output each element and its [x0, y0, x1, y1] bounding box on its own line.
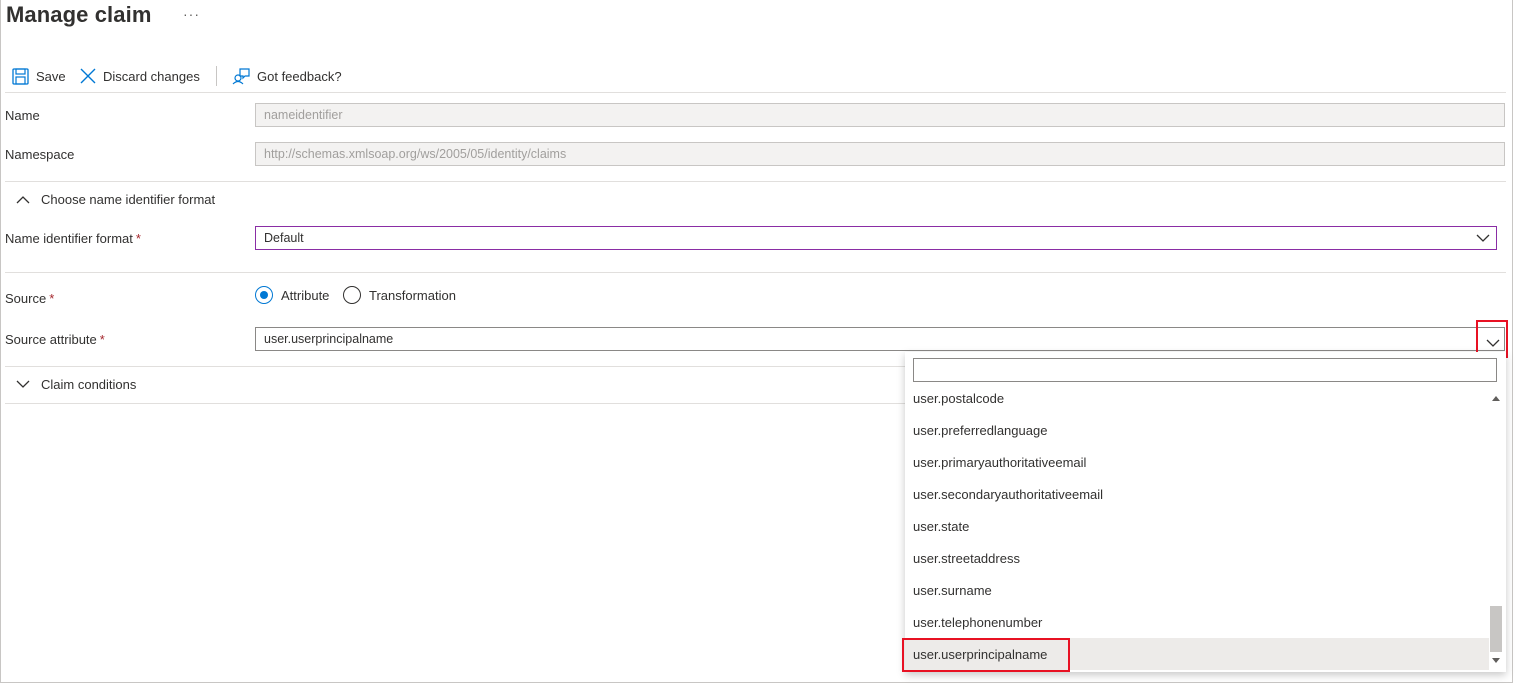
divider: [5, 92, 1506, 93]
required-mark: *: [135, 231, 141, 246]
chevron-up-icon: [16, 192, 30, 207]
source-attribute-select[interactable]: user.userprincipalname: [255, 327, 1505, 351]
toolbar-divider: [216, 66, 217, 86]
chevron-down-icon: [1486, 336, 1500, 351]
divider: [5, 403, 905, 404]
dropdown-scrollbar-thumb[interactable]: [1490, 606, 1502, 652]
name-label: Name: [5, 108, 40, 123]
source-label: Source *: [5, 291, 54, 306]
source-transformation-radio-label: Transformation: [369, 287, 456, 303]
chevron-down-icon: [1476, 232, 1490, 246]
source-transformation-radio[interactable]: Transformation: [343, 286, 456, 304]
list-item[interactable]: user.postalcode: [905, 382, 1489, 414]
feedback-button[interactable]: Got feedback?: [232, 65, 342, 87]
name-id-format-section-label: Choose name identifier format: [41, 192, 216, 207]
source-attribute-radio[interactable]: Attribute: [255, 286, 329, 304]
source-label-text: Source: [5, 291, 47, 306]
feedback-icon: [232, 67, 250, 85]
claim-conditions-section-toggle[interactable]: Claim conditions: [16, 377, 136, 392]
name-id-format-select[interactable]: Default: [255, 226, 1497, 250]
close-icon: [80, 68, 96, 84]
divider: [5, 181, 1506, 182]
source-attribute-value: user.userprincipalname: [264, 332, 394, 346]
radio-checked-icon: [255, 286, 273, 304]
discard-changes-label: Discard changes: [103, 68, 200, 84]
dropdown-search-input[interactable]: [913, 358, 1497, 382]
required-mark: *: [99, 332, 105, 347]
list-item[interactable]: user.secondaryauthoritativeemail: [905, 478, 1489, 510]
name-id-format-label-text: Name identifier format: [5, 231, 133, 246]
divider: [5, 272, 1506, 273]
list-item[interactable]: user.primaryauthoritativeemail: [905, 446, 1489, 478]
scroll-up-arrow-icon[interactable]: [1492, 396, 1500, 401]
list-item[interactable]: user.preferredlanguage: [905, 414, 1489, 446]
list-item[interactable]: user.streetaddress: [905, 542, 1489, 574]
save-label: Save: [36, 68, 66, 84]
feedback-label: Got feedback?: [257, 68, 342, 84]
source-attribute-dropdown-panel: user.postalcode user.preferredlanguage u…: [905, 352, 1506, 672]
more-options-button[interactable]: ···: [183, 6, 200, 22]
name-value: nameidentifier: [264, 108, 343, 122]
save-button[interactable]: Save: [12, 65, 66, 87]
page-title: Manage claim: [6, 2, 152, 27]
dropdown-list: user.postalcode user.preferredlanguage u…: [905, 382, 1489, 672]
name-id-format-label: Name identifier format *: [5, 231, 141, 246]
required-mark: *: [49, 291, 55, 306]
source-attribute-label: Source attribute *: [5, 332, 105, 347]
name-id-format-value: Default: [264, 231, 304, 245]
scroll-down-arrow-icon[interactable]: [1492, 658, 1500, 663]
namespace-field[interactable]: http://schemas.xmlsoap.org/ws/2005/05/id…: [255, 142, 1505, 166]
chevron-down-icon: [16, 377, 30, 392]
list-item[interactable]: user.telephonenumber: [905, 606, 1489, 638]
list-item-selected[interactable]: user.userprincipalname: [905, 638, 1489, 670]
toolbar: Save Discard changes Got feedback?: [0, 62, 1511, 90]
list-item[interactable]: user.surname: [905, 574, 1489, 606]
namespace-label: Namespace: [5, 147, 75, 162]
name-field[interactable]: nameidentifier: [255, 103, 1505, 127]
source-attribute-label-text: Source attribute: [5, 332, 97, 347]
source-attribute-radio-label: Attribute: [281, 287, 330, 303]
claim-conditions-label: Claim conditions: [41, 377, 137, 392]
namespace-value: http://schemas.xmlsoap.org/ws/2005/05/id…: [264, 147, 567, 161]
save-icon: [12, 67, 29, 85]
list-item[interactable]: user.state: [905, 510, 1489, 542]
name-id-format-section-toggle[interactable]: Choose name identifier format: [16, 192, 215, 207]
discard-changes-button[interactable]: Discard changes: [80, 65, 200, 87]
radio-unchecked-icon: [343, 286, 361, 304]
